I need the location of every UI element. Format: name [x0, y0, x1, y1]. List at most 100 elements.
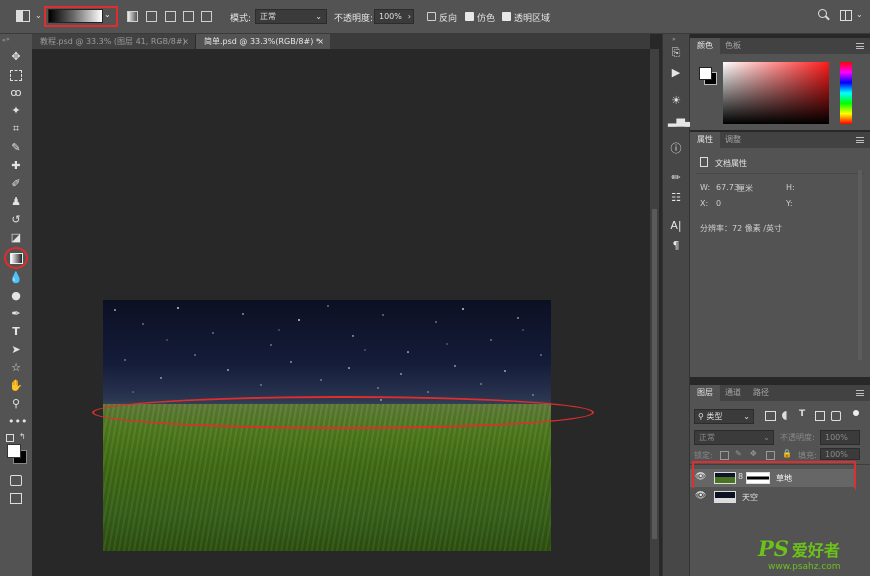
- histogram-icon[interactable]: ▂▅▃: [668, 114, 693, 128]
- filter-smart-object-icon[interactable]: [831, 411, 841, 421]
- document-tabs: « 教程.psd @ 33.3% (图层 41, RGB/8#) × 简单.ps…: [2, 34, 650, 49]
- shape-tool-icon[interactable]: ☆: [8, 361, 24, 375]
- workspace-chevron-icon[interactable]: ⌄: [856, 10, 863, 19]
- tab-adjustments[interactable]: 调整: [718, 132, 748, 148]
- panel-grip-icon: «: [2, 37, 6, 44]
- hand-tool-icon[interactable]: ✋: [8, 379, 24, 393]
- w-value[interactable]: 67.73: [716, 183, 739, 192]
- fg-color-chip[interactable]: [699, 67, 712, 80]
- reflected-gradient-icon[interactable]: [183, 11, 194, 22]
- path-selection-tool-icon[interactable]: ➤: [8, 343, 24, 357]
- eye-icon[interactable]: 👁: [695, 491, 706, 501]
- tab-paths[interactable]: 路径: [746, 385, 776, 401]
- tab-simple-psd[interactable]: 简单.psd @ 33.3%(RGB/8#) * ×: [196, 34, 330, 49]
- tab-color[interactable]: 颜色: [690, 38, 720, 54]
- paragraph-icon[interactable]: ¶: [668, 239, 684, 253]
- gradient-picker-chevron-icon[interactable]: ⌄: [104, 10, 111, 19]
- gradient-picker[interactable]: [48, 9, 103, 23]
- tab-channels[interactable]: 通道: [718, 385, 748, 401]
- panel-menu-icon[interactable]: [856, 43, 864, 49]
- hue-slider[interactable]: [840, 62, 852, 124]
- lasso-tool-icon[interactable]: ꝏ: [8, 86, 24, 100]
- actions-icon[interactable]: ▶: [668, 66, 684, 80]
- blur-tool-icon[interactable]: 💧: [8, 271, 24, 285]
- tab-tutorial-psd[interactable]: 教程.psd @ 33.3% (图层 41, RGB/8#) ×: [32, 34, 196, 49]
- radial-gradient-icon[interactable]: [146, 11, 157, 22]
- marquee-tool-icon[interactable]: [8, 68, 24, 82]
- tab-label: 简单.psd @ 33.3%(RGB/8#) *: [204, 37, 320, 46]
- close-icon[interactable]: ×: [317, 34, 324, 49]
- filter-pixel-icon[interactable]: [765, 411, 776, 421]
- filter-type-icon[interactable]: T: [799, 409, 805, 419]
- layer-opacity-field[interactable]: 100%: [820, 430, 860, 445]
- panel-menu-icon[interactable]: [856, 137, 864, 143]
- angle-gradient-icon[interactable]: [165, 11, 176, 22]
- lock-paint-icon[interactable]: ✎: [735, 449, 742, 458]
- color-panel: 颜色 色板: [690, 38, 870, 130]
- lock-position-icon[interactable]: ✥: [750, 449, 757, 458]
- stamp-tool-icon[interactable]: ♟: [8, 195, 24, 209]
- opacity-field[interactable]: 100% ›: [374, 9, 414, 24]
- linear-gradient-icon[interactable]: [127, 11, 138, 22]
- close-icon[interactable]: ×: [182, 34, 189, 49]
- chevron-down-icon: ⌄: [743, 412, 750, 421]
- fill-field[interactable]: 100%: [820, 448, 860, 460]
- more-tools-icon[interactable]: •••: [8, 415, 27, 429]
- panel-menu-icon[interactable]: [856, 390, 864, 396]
- type-tool-icon[interactable]: T: [8, 325, 24, 339]
- eraser-tool-icon[interactable]: ◪: [8, 231, 24, 245]
- scrollbar-thumb[interactable]: [652, 209, 657, 539]
- zoom-tool-icon[interactable]: ⚲: [8, 397, 24, 411]
- dodge-tool-icon[interactable]: ●: [8, 289, 24, 303]
- crop-tool-icon[interactable]: ⌗: [8, 122, 24, 136]
- gradient-tool-icon[interactable]: [8, 251, 24, 265]
- vertical-scrollbar[interactable]: [650, 49, 659, 576]
- filter-shape-icon[interactable]: [815, 411, 825, 421]
- panel-grip-icon: »: [6, 36, 10, 43]
- filter-toggle-icon[interactable]: [853, 410, 859, 416]
- lock-pixels-icon[interactable]: [720, 451, 729, 460]
- w-unit: 厘米: [737, 184, 753, 193]
- mode-select[interactable]: 正常 ⌄: [255, 9, 327, 24]
- history-icon[interactable]: ⎘: [668, 46, 684, 60]
- x-value[interactable]: 0: [716, 199, 721, 208]
- tool-preset-chevron-icon[interactable]: ⌄: [35, 11, 42, 20]
- brush-tool-icon[interactable]: ✐: [8, 177, 24, 191]
- transparency-checkbox[interactable]: [502, 12, 511, 21]
- character-icon[interactable]: A|: [668, 219, 684, 233]
- opacity-label: 不透明度:: [334, 14, 374, 24]
- workspace-icon[interactable]: [840, 10, 852, 21]
- quick-mask-icon[interactable]: [8, 473, 24, 487]
- default-colors-icon[interactable]: [6, 434, 14, 442]
- panel-scrollbar[interactable]: [858, 170, 862, 360]
- tool-preset-icon[interactable]: [16, 10, 30, 22]
- lock-artboard-icon[interactable]: [766, 451, 775, 460]
- healing-brush-tool-icon[interactable]: ✚: [8, 159, 24, 173]
- swap-colors-icon[interactable]: ↰: [19, 432, 26, 441]
- sliders-icon[interactable]: ☷: [668, 191, 684, 205]
- screen-mode-icon[interactable]: [8, 491, 24, 505]
- move-tool-icon[interactable]: ✥: [8, 50, 24, 64]
- color-field[interactable]: [723, 62, 829, 124]
- diamond-gradient-icon[interactable]: [201, 11, 212, 22]
- history-brush-tool-icon[interactable]: ↺: [8, 213, 24, 227]
- watermark-ps: PS: [758, 536, 789, 561]
- tab-swatches[interactable]: 色板: [718, 38, 748, 54]
- blend-mode-select[interactable]: 正常 ⌄: [694, 430, 774, 445]
- magic-wand-tool-icon[interactable]: ✦: [8, 104, 24, 118]
- eyedropper-tool-icon[interactable]: ✎: [8, 141, 24, 155]
- pen-tool-icon[interactable]: ✒: [8, 307, 24, 321]
- adjustments-icon[interactable]: ☀: [668, 94, 684, 108]
- info-icon[interactable]: ⓘ: [668, 142, 684, 156]
- w-label: W:: [700, 183, 711, 192]
- brush-settings-icon[interactable]: ✏: [668, 171, 684, 185]
- dither-checkbox[interactable]: [465, 12, 474, 21]
- tab-properties[interactable]: 属性: [690, 132, 720, 148]
- reverse-checkbox[interactable]: [427, 12, 436, 21]
- tab-layers[interactable]: 图层: [690, 385, 720, 401]
- filter-adjustment-icon[interactable]: [782, 411, 791, 420]
- layer-filter-select[interactable]: ⚲ 类型 ⌄: [694, 409, 754, 424]
- layer-row-sky[interactable]: 👁 天空: [690, 488, 855, 506]
- foreground-color-swatch[interactable]: [7, 444, 21, 458]
- lock-all-icon[interactable]: 🔒: [782, 449, 792, 458]
